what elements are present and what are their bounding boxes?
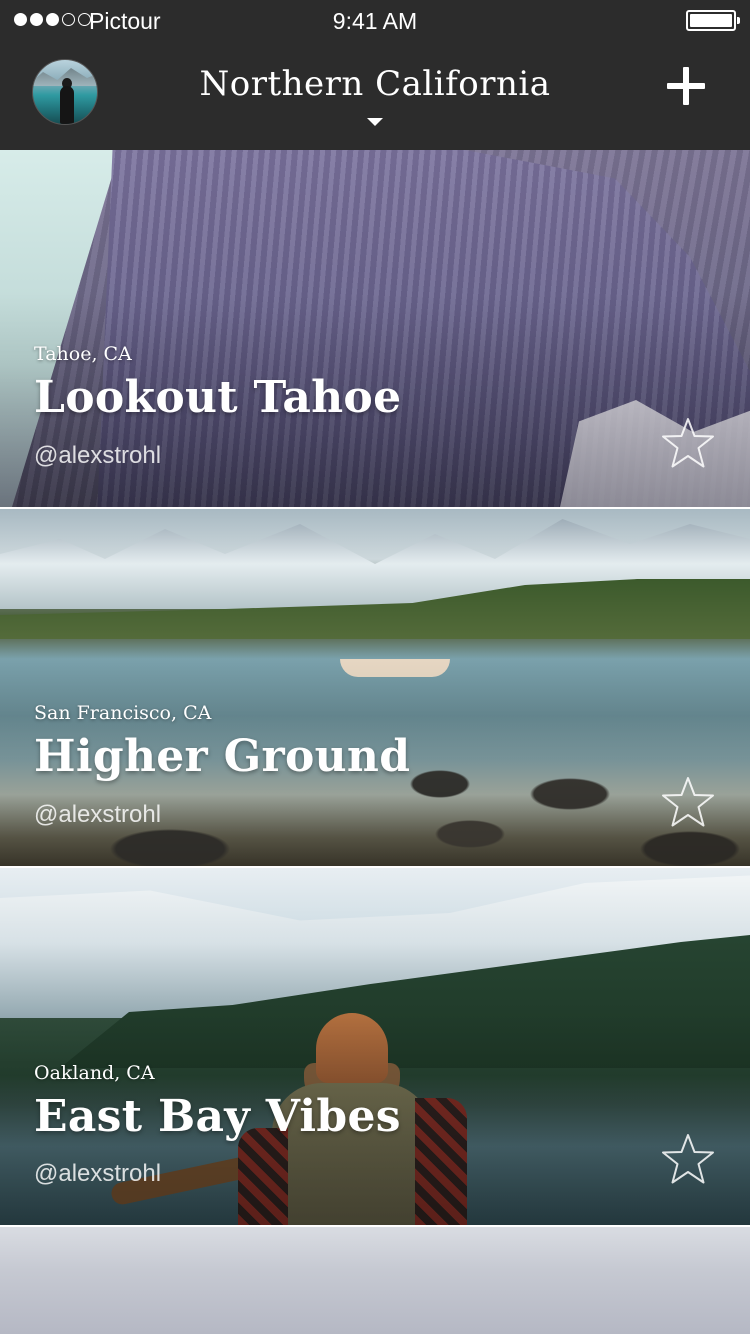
plus-icon[interactable] <box>667 67 705 105</box>
tour-card[interactable]: San Francisco, CA Higher Ground @alexstr… <box>0 509 750 866</box>
card-photo <box>0 1227 750 1334</box>
caret-down-icon[interactable] <box>367 118 383 126</box>
card-title: East Bay Vibes <box>34 1091 401 1142</box>
card-author[interactable]: @alexstrohl <box>34 801 161 829</box>
tour-card[interactable]: Oakland, CA East Bay Vibes @alexstrohl <box>0 868 750 1225</box>
star-outline-icon[interactable] <box>661 776 715 828</box>
battery-icon <box>686 10 740 31</box>
card-author[interactable]: @alexstrohl <box>34 442 161 470</box>
status-bar: Pictour 9:41 AM <box>0 0 750 40</box>
star-outline-icon[interactable] <box>661 417 715 469</box>
status-time: 9:41 AM <box>332 8 418 34</box>
navigation-bar: Northern California <box>0 40 750 150</box>
card-location: Oakland, CA <box>34 1062 155 1084</box>
card-location: San Francisco, CA <box>34 702 212 724</box>
card-title: Higher Ground <box>34 731 411 782</box>
card-location: Tahoe, CA <box>34 343 132 365</box>
tour-card[interactable]: Tahoe, CA Lookout Tahoe @alexstrohl <box>0 150 750 507</box>
region-selector-title[interactable]: Northern California <box>0 64 750 104</box>
card-title: Lookout Tahoe <box>34 372 402 423</box>
card-author[interactable]: @alexstrohl <box>34 1160 161 1188</box>
star-outline-icon[interactable] <box>661 1133 715 1185</box>
tour-card[interactable] <box>0 1227 750 1334</box>
